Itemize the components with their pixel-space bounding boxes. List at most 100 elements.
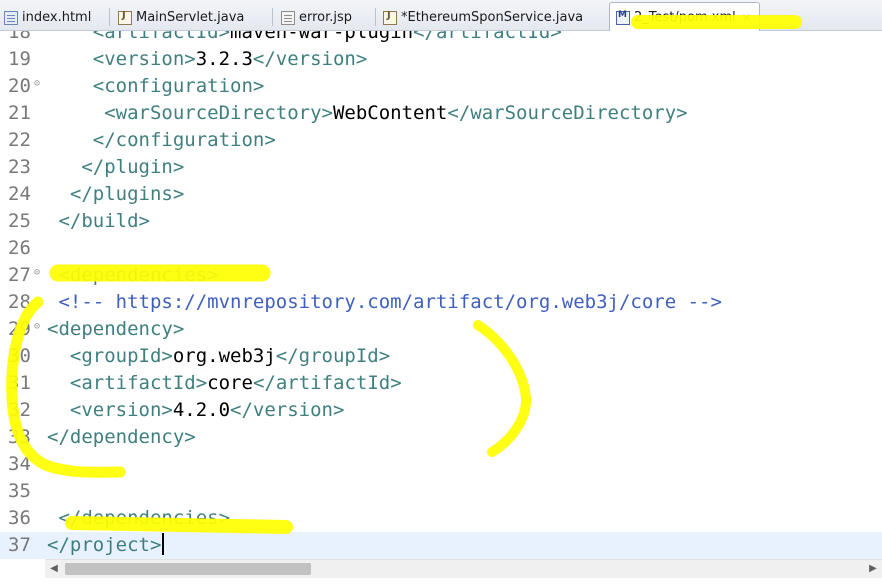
line-number: 30 <box>8 345 31 367</box>
code-comment: <!-- https://mvnrepository.com/artifact/… <box>58 291 722 313</box>
xml-tag: </build> <box>58 210 150 232</box>
horizontal-scrollbar[interactable]: ◀ ▶ <box>45 559 882 578</box>
xml-tag: <groupId> <box>69 345 173 367</box>
line-number: 28 <box>8 291 31 313</box>
tab-pom-xml[interactable]: 2_Test/pom.xml ⨯ <box>609 2 760 32</box>
xml-tag: <artifactId> <box>92 31 231 43</box>
code-text: <configuration> <box>47 73 265 100</box>
xml-tag: </plugin> <box>81 156 185 178</box>
xml-text: org.web3j <box>172 345 276 367</box>
line-number: 23 <box>8 156 31 178</box>
xml-tag: </version> <box>252 48 368 70</box>
line-number: 37 <box>8 534 31 556</box>
line-number: 27 <box>8 264 31 286</box>
xml-tag: </project> <box>47 534 162 556</box>
code-text: <!-- https://mvnrepository.com/artifact/… <box>47 289 722 316</box>
code-line[interactable]: 19 <version>3.2.3</version> <box>0 46 882 73</box>
line-number: 31 <box>8 372 31 394</box>
code-text: <artifactId>maven-war-plugin</artifactId… <box>47 31 562 46</box>
xml-tag: </warSourceDirectory> <box>447 102 688 124</box>
code-line[interactable]: 18 <artifactId>maven-war-plugin</artifac… <box>0 31 882 46</box>
line-number: 34 <box>8 453 31 475</box>
text-cursor <box>162 533 165 555</box>
fold-toggle-icon[interactable]: ⊝ <box>34 262 40 284</box>
tab-label: error.jsp <box>299 10 353 25</box>
code-line[interactable]: 28 <!-- https://mvnrepository.com/artifa… <box>0 289 882 316</box>
code-text: <groupId>org.web3j</groupId> <box>47 343 390 370</box>
line-number: 26 <box>8 237 31 259</box>
editor-tab-bar: index.html MainServlet.java error.jsp *E… <box>0 0 882 32</box>
code-line[interactable]: 25 </build> <box>0 208 882 235</box>
code-editor[interactable]: 18 <artifactId>maven-war-plugin</artifac… <box>0 31 882 559</box>
xml-text: 3.2.3 <box>195 48 253 70</box>
code-line[interactable]: 21 <warSourceDirectory>WebContent</warSo… <box>0 100 882 127</box>
scrollbar-thumb[interactable] <box>65 563 311 575</box>
code-line[interactable]: 33 </dependency> <box>0 424 882 451</box>
xml-tag: </dependencies> <box>58 507 231 529</box>
tab-label: *EthereumSponService.java <box>401 10 584 25</box>
code-text: </build> <box>47 208 150 235</box>
code-line[interactable]: 30 <groupId>org.web3j</groupId> <box>0 343 882 370</box>
tab-error-jsp[interactable]: error.jsp <box>281 4 352 31</box>
line-number: 24 <box>8 183 31 205</box>
html-file-icon <box>4 10 18 25</box>
fold-toggle-icon[interactable]: ⊝ <box>34 73 40 95</box>
code-line[interactable]: 37 </project> <box>0 532 882 559</box>
line-number: 20 <box>8 75 31 97</box>
xml-tag: <version> <box>92 48 196 70</box>
line-number: 32 <box>8 399 31 421</box>
xml-tag: </groupId> <box>275 345 391 367</box>
line-number: 35 <box>8 480 31 502</box>
code-line[interactable]: 20 ⊝ <configuration> <box>0 73 882 100</box>
code-line[interactable]: 34 <box>0 451 882 478</box>
code-line[interactable]: 29 ⊝ <dependency> <box>0 316 882 343</box>
line-number: 21 <box>8 102 31 124</box>
code-text: <dependencies> <box>47 262 218 289</box>
xml-tag: </artifactId> <box>252 372 402 394</box>
code-line[interactable]: 31 <artifactId>core</artifactId> <box>0 370 882 397</box>
code-line[interactable]: 32 <version>4.2.0</version> <box>0 397 882 424</box>
close-tab-icon[interactable]: ⨯ <box>742 11 751 24</box>
code-text: <dependency> <box>47 316 184 343</box>
code-line[interactable]: 24 </plugins> <box>0 181 882 208</box>
line-number: 19 <box>8 48 31 70</box>
tab-index-html[interactable]: index.html <box>4 4 91 31</box>
tab-ethereumsponservice-java[interactable]: *EthereumSponService.java <box>383 4 583 31</box>
code-text: </project> <box>47 532 165 559</box>
line-number: 25 <box>8 210 31 232</box>
code-line[interactable]: 27 ⊝ <dependencies> <box>0 262 882 289</box>
tab-label: 2_Test/pom.xml <box>634 10 736 25</box>
code-line[interactable]: 26 <box>0 235 882 262</box>
scroll-right-arrow-icon[interactable]: ▶ <box>864 560 882 578</box>
code-line[interactable]: 36 </dependencies> <box>0 505 882 532</box>
xml-tag: </version> <box>230 399 345 421</box>
code-text: <warSourceDirectory>WebContent</warSourc… <box>47 100 688 127</box>
code-text: </plugins> <box>47 181 184 208</box>
code-line[interactable]: 35 <box>0 478 882 505</box>
code-line[interactable]: 23 </plugin> <box>0 154 882 181</box>
code-line[interactable]: 22 </configuration> <box>0 127 882 154</box>
scroll-left-arrow-icon[interactable]: ◀ <box>45 560 63 578</box>
fold-toggle-icon[interactable]: ⊝ <box>34 316 40 338</box>
tab-separator <box>272 8 273 26</box>
tab-mainservlet-java[interactable]: MainServlet.java <box>118 4 244 31</box>
java-file-icon <box>383 10 397 25</box>
code-text: <version>4.2.0</version> <box>47 397 345 424</box>
xml-tag: </dependency> <box>47 426 196 448</box>
line-number: 29 <box>8 318 31 340</box>
line-number: 33 <box>8 426 31 448</box>
tab-separator <box>375 8 376 26</box>
xml-text: 4.2.0 <box>172 399 231 421</box>
bottom-margin <box>0 578 882 585</box>
